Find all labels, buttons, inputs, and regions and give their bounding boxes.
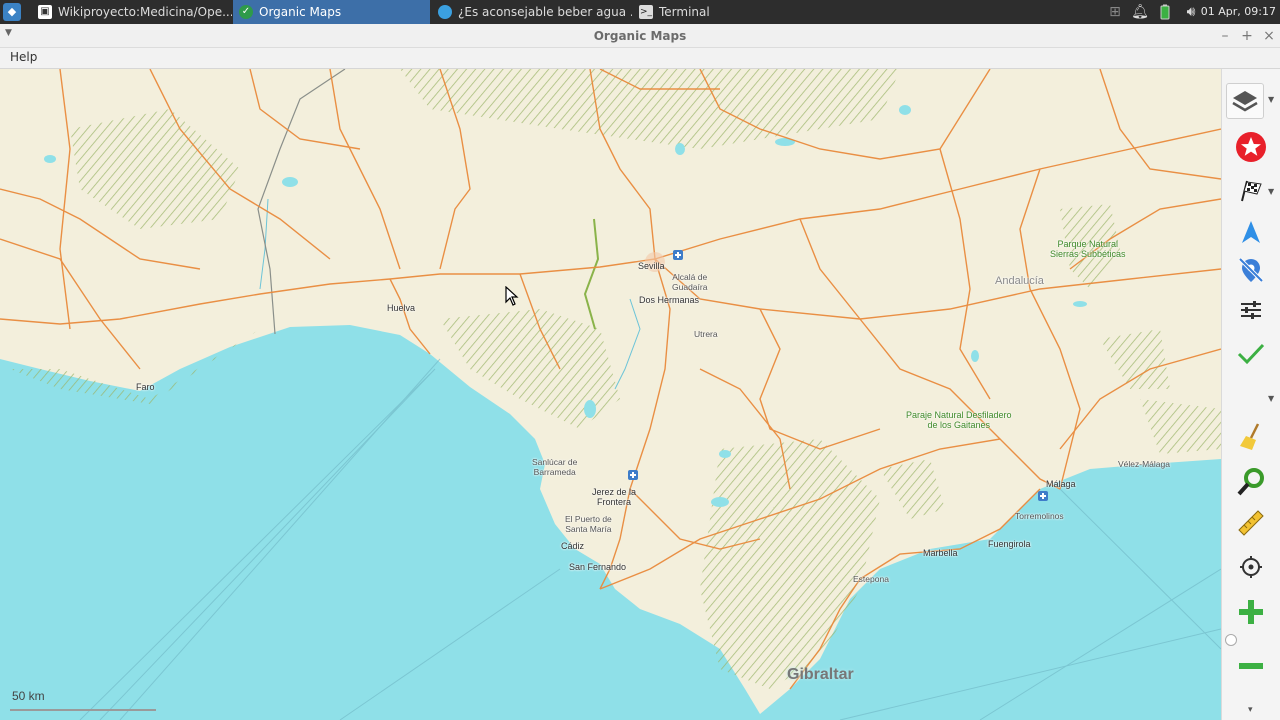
label-sierras-subbeticas[interactable]: Parque Natural Sierras Subbéticas: [1050, 239, 1126, 259]
map-view[interactable]: Sevilla Alcalá de Guadaíra Dos Hermanas …: [0, 69, 1221, 720]
hide-pins-button[interactable]: [1231, 252, 1271, 288]
task-wikiproyecto[interactable]: ▣ Wikiproyecto:Medicina/Ope...: [32, 0, 232, 24]
scale-bar: [10, 709, 156, 711]
taskbar: ◆ ▣ Wikiproyecto:Medicina/Ope... ✓ Organ…: [0, 0, 1280, 24]
window-titlebar: ▼ Organic Maps – + ×: [0, 24, 1280, 48]
center-location-button[interactable]: [1231, 549, 1271, 585]
task-label: ¿Es aconsejable beber agua ...: [458, 5, 632, 19]
label-huelva[interactable]: Huelva: [387, 303, 415, 313]
task-label: Terminal: [659, 5, 710, 19]
browser-page-icon: ▣: [38, 5, 52, 19]
checkmark-icon: [1237, 343, 1265, 365]
zoom-in-button[interactable]: [1231, 594, 1271, 630]
clock[interactable]: 01 Apr, 09:17: [1201, 0, 1276, 24]
organic-maps-icon: ✓: [239, 5, 253, 19]
map-canvas: [0, 69, 1221, 720]
start-menu-icon[interactable]: ◆: [3, 3, 21, 21]
zoom-slider-handle[interactable]: [1225, 634, 1237, 646]
my-position-button[interactable]: [1231, 214, 1271, 250]
label-cadiz[interactable]: Cádiz: [561, 541, 584, 551]
checkered-flag-icon: [1241, 180, 1262, 202]
plus-icon: [1239, 600, 1263, 624]
label-estepona[interactable]: Estepona: [853, 574, 889, 584]
task-label: Organic Maps: [259, 5, 342, 19]
task-organic-maps[interactable]: ✓ Organic Maps: [233, 0, 430, 24]
label-andalucia[interactable]: Andalucía: [995, 275, 1044, 287]
terminal-icon: >_: [639, 5, 653, 19]
label-marbella[interactable]: Marbella: [923, 548, 958, 558]
zoom-out-button[interactable]: [1231, 648, 1271, 684]
tools-dropdown-icon[interactable]: ▼: [1268, 394, 1274, 403]
map-toolbar: ▼ ▼ ▼ ▾: [1221, 69, 1280, 720]
minimize-icon[interactable]: –: [1216, 26, 1234, 46]
layers-button[interactable]: [1226, 83, 1264, 119]
ruler-icon: [1238, 510, 1264, 536]
menubar: Help: [0, 48, 1280, 69]
label-malaga[interactable]: Málaga: [1046, 479, 1076, 489]
layers-icon: [1232, 91, 1258, 112]
label-jerez[interactable]: Jerez de la Frontera: [592, 487, 636, 507]
confirm-button[interactable]: [1231, 336, 1271, 372]
globe-icon: [438, 5, 452, 19]
label-velez-malaga[interactable]: Vélez-Málaga: [1118, 459, 1170, 469]
battery-icon[interactable]: [1157, 0, 1173, 24]
network-icon[interactable]: ⊞: [1106, 0, 1124, 24]
search-icon: [1237, 468, 1264, 496]
window-title: Organic Maps: [593, 29, 687, 43]
settings-button[interactable]: [1231, 292, 1271, 328]
navigation-arrow-icon: [1242, 221, 1260, 243]
maximize-icon[interactable]: +: [1238, 26, 1256, 46]
label-alcala[interactable]: Alcalá de Guadaíra: [672, 272, 707, 292]
volume-icon[interactable]: 🔊︎: [1181, 0, 1201, 24]
label-utrera[interactable]: Utrera: [694, 329, 718, 339]
route-dropdown-icon[interactable]: ▼: [1268, 187, 1274, 196]
notification-bell-icon[interactable]: 🔔︎: [1131, 0, 1149, 24]
label-dos-hermanas[interactable]: Dos Hermanas: [639, 295, 699, 305]
broom-icon: [1240, 423, 1260, 450]
crosshair-icon: [1240, 556, 1262, 578]
bookmarks-button[interactable]: [1231, 129, 1271, 165]
location-off-icon: [1238, 257, 1264, 283]
toolbar-scroll-down-icon[interactable]: ▾: [1248, 705, 1253, 715]
label-sanlucar[interactable]: Sanlúcar de Barrameda: [532, 457, 577, 477]
label-faro[interactable]: Faro: [136, 382, 155, 392]
label-gibraltar[interactable]: Gibraltar: [787, 666, 854, 684]
menu-help[interactable]: Help: [10, 50, 37, 64]
task-terminal[interactable]: >_ Terminal: [633, 0, 753, 24]
scale-label: 50 km: [12, 689, 45, 703]
task-label: Wikiproyecto:Medicina/Ope...: [58, 5, 232, 19]
star-icon: [1236, 132, 1266, 162]
layers-dropdown-icon[interactable]: ▼: [1268, 95, 1274, 104]
task-browser-article[interactable]: ¿Es aconsejable beber agua ...: [432, 0, 632, 24]
label-fuengirola[interactable]: Fuengirola: [988, 539, 1031, 549]
label-sevilla[interactable]: Sevilla: [638, 261, 665, 271]
search-button[interactable]: [1231, 464, 1271, 500]
label-san-fernando[interactable]: San Fernando: [569, 562, 626, 572]
route-button[interactable]: [1231, 173, 1271, 209]
label-torremolinos[interactable]: Torremolinos: [1015, 511, 1064, 521]
sliders-icon: [1241, 301, 1261, 319]
ruler-button[interactable]: [1231, 505, 1271, 541]
label-el-puerto[interactable]: El Puerto de Santa María: [565, 514, 612, 534]
close-icon[interactable]: ×: [1260, 26, 1278, 46]
clear-button[interactable]: [1231, 419, 1271, 455]
label-gaitanes[interactable]: Paraje Natural Desfiladero de los Gaitan…: [906, 410, 1012, 430]
minus-icon: [1239, 663, 1263, 669]
